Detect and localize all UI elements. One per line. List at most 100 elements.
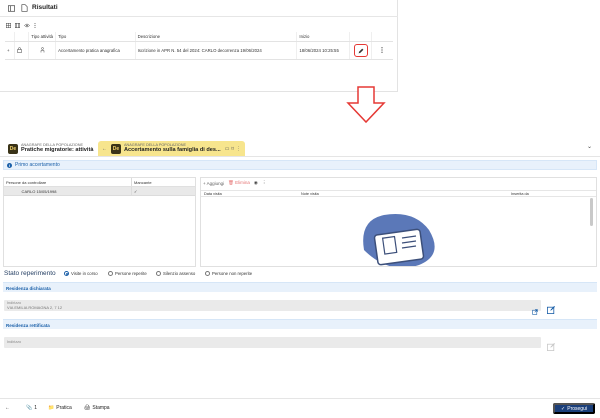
down-arrow-icon [346,86,386,124]
results-panel: Risultati Tipo attività Tipo Descrizione… [0,0,398,92]
pencil-icon [358,48,363,53]
back-arrow-icon[interactable]: ← [5,405,10,411]
banner-label: Primo accertamento [15,162,60,168]
document-icon [20,4,28,12]
tab-accertamento[interactable]: ← De ANAGRAFE DELLA POPOLAZIONE Accertam… [98,141,245,156]
eye-icon[interactable]: ◉ [254,180,258,186]
more-vertical-icon[interactable]: ⋮ [262,180,267,186]
printer-icon: 🖨 [84,405,91,411]
open-external-icon[interactable] [532,302,540,315]
bookmark-icon[interactable]: ⌑ [231,146,234,152]
cell-person-name: CARLO 15/05/1998 [4,187,132,195]
lock-icon [14,41,30,60]
edit-button[interactable] [353,44,368,57]
pratica-button[interactable]: 📁 Pratica [48,405,72,411]
cell-tipo: Accertamento pratica anagrafica [55,41,136,60]
radio-silenzio-assenso[interactable]: Silenzio assenso [156,271,195,276]
table-row[interactable]: CARLO 15/05/1998 ✓ [4,187,195,196]
radio-label: Persone reperite [115,271,147,276]
edit-address-icon [547,338,555,351]
chevron-down-icon[interactable]: ⌄ [587,143,592,150]
table-header-row: Tipo attività Tipo Descrizione Inizio [5,32,393,42]
field-label: Indirizzo [7,340,22,344]
column-header-descrizione[interactable]: Descrizione [135,32,298,42]
folder-icon: 📁 [48,405,55,411]
tab-pratiche-migratorie[interactable]: De ANAGRAFE DELLA POPOLAZIONE Pratiche m… [4,141,107,156]
row-more-icon[interactable] [371,41,393,60]
tab-title: Accertamento sulla famiglia di des... [124,146,221,153]
back-icon[interactable]: ← [102,146,107,152]
radio-icon [205,271,210,276]
radio-icon [156,271,161,276]
app-logo-icon: De [111,143,121,154]
bottom-bar: ← 📎 1 📁 Pratica 🖨 Stampa ✓ Prosegui [0,398,600,418]
primo-accertamento-banner: Primo accertamento [3,160,597,170]
more-vertical-icon[interactable]: ⋮ [236,146,241,152]
radio-label: Silenzio assenso [163,271,196,276]
tab-bar: De ANAGRAFE DELLA POPOLAZIONE Pratiche m… [0,138,600,157]
tab-title: Pratiche migratorie: attività [21,146,94,153]
residenza-rettificata-field[interactable]: Indirizzo [4,337,541,348]
prosegui-label: Prosegui [567,405,587,412]
page-title: Risultati [32,4,58,11]
paperclip-icon: 📎 [26,405,33,411]
info-icon [7,162,12,168]
edit-cell [349,41,372,60]
sidebar-toggle-icon[interactable] [7,4,15,12]
pratica-label: Pratica [56,405,72,411]
eye-icon[interactable] [24,23,30,28]
residenza-dichiarata-header: Residenza dichiarata [3,282,597,292]
column-header-actions [371,32,393,42]
column-header [14,32,30,42]
visits-panel: + Aggiungi 🗑 Elimina ◉ ⋮ Data visita Not… [200,177,597,267]
delete-label: Elimina [235,180,250,185]
check-icon: ✓ [561,405,566,412]
activity-type-icon [28,41,57,60]
empty-state-illustration [363,214,435,266]
persons-grid: Persone da controllare Mancante CARLO 15… [3,177,196,267]
columns-icon[interactable] [15,22,20,28]
scrollbar[interactable] [590,198,593,226]
column-header-tipo-attivita[interactable]: Tipo attività [28,32,57,42]
visits-toolbar: + Aggiungi 🗑 Elimina ◉ ⋮ [203,179,266,187]
column-header [5,32,16,42]
radio-label: Visite in corso [71,271,98,276]
column-header-note-visita[interactable]: Note visita [301,192,319,196]
edit-address-icon[interactable] [547,301,555,314]
table-row[interactable]: + Accertamento pratica anagrafica Iscriz… [5,41,393,60]
residenza-rettificata-header: Residenza rettificata [3,319,597,329]
expand-icon[interactable]: + [5,41,16,60]
field-value: VIA EMILIA ROMAGNA 2, 7 12 [7,305,63,310]
persons-header-row: Persone da controllare Mancante [4,178,195,187]
stampa-label: Stampa [92,405,110,411]
more-vertical-icon[interactable] [34,22,36,28]
window-icon[interactable]: ▭ [225,146,230,152]
radio-persone-reperite[interactable]: Persone reperite [108,271,147,276]
stato-reperimento-title: Stato reperimento [4,270,56,277]
column-header-persone[interactable]: Persone da controllare [4,178,132,186]
app-window: De ANAGRAFE DELLA POPOLAZIONE Pratiche m… [0,138,600,418]
radio-persone-non-reperite[interactable]: Persone non reperite [205,271,252,276]
stampa-button[interactable]: 🖨 Stampa [84,405,110,411]
grid-icon[interactable] [6,22,11,28]
column-header-tipo[interactable]: Tipo [55,32,136,42]
check-icon: ✓ [134,189,138,194]
radio-visite-in-corso[interactable]: Visite in corso [64,271,98,276]
attachments-count: 1 [34,405,38,411]
residenza-dichiarata-field: Indirizzo VIA EMILIA ROMAGNA 2, 7 12 [4,300,541,311]
delete-visit-button[interactable]: 🗑 Elimina [228,180,250,186]
results-header: Risultati [0,0,398,17]
radio-icon [108,271,113,276]
column-header-data-visita[interactable]: Data visita [204,192,222,196]
attachments-button[interactable]: 📎 1 [26,405,37,411]
column-header-inizio[interactable]: Inizio [296,32,351,42]
add-visit-button[interactable]: + Aggiungi [203,181,224,186]
prosegui-button[interactable]: ✓ Prosegui [553,403,595,414]
cell-descrizione: Iscrizione in APR N. 54 del 2024: CARLO … [135,41,298,60]
app-logo-icon: De [8,143,18,154]
column-header-inserita-da[interactable]: Inserita da [511,192,529,196]
column-header-mancante[interactable]: Mancante [132,178,195,186]
radio-label: Persone non reperite [212,271,253,276]
table-toolbar [6,20,36,30]
visits-header-row: Data visita Note visita Inserita da [201,190,596,197]
